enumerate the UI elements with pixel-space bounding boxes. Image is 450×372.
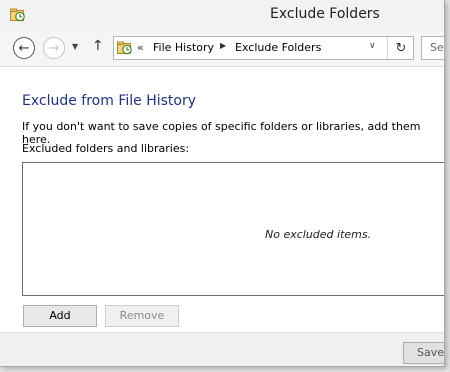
breadcrumb-exclude-folders[interactable]: Exclude Folders: [235, 41, 321, 54]
up-button[interactable]: ↑: [92, 38, 104, 54]
window-title: Exclude Folders: [270, 6, 380, 22]
forward-button[interactable]: →: [43, 37, 65, 59]
recent-locations-button[interactable]: ▼: [72, 42, 78, 51]
back-arrow-icon: ←: [18, 40, 30, 56]
back-button[interactable]: ←: [13, 37, 35, 59]
breadcrumb-file-history[interactable]: File History: [153, 41, 214, 54]
remove-button[interactable]: Remove: [105, 305, 179, 327]
refresh-icon: ↻: [395, 40, 407, 56]
excluded-list-label: Excluded folders and libraries:: [22, 142, 190, 155]
navigation-bar: ← → ▼ ↑ « File History ▶ Exclude Folders…: [0, 30, 444, 66]
page-heading: Exclude from File History: [22, 93, 197, 109]
save-changes-button[interactable]: Save: [403, 342, 444, 364]
excluded-items-list[interactable]: No excluded items.: [22, 162, 444, 296]
file-history-icon: [117, 41, 132, 55]
search-input[interactable]: Se: [421, 36, 444, 60]
title-bar[interactable]: Exclude Folders: [0, 0, 444, 30]
up-arrow-icon: ↑: [92, 38, 104, 54]
address-bar[interactable]: « File History ▶ Exclude Folders ∨ ↻: [113, 36, 414, 60]
chevron-down-icon: ▼: [72, 42, 79, 51]
forward-arrow-icon: →: [48, 40, 60, 56]
empty-list-message: No excluded items.: [265, 228, 372, 241]
address-dropdown-icon[interactable]: ∨: [369, 41, 376, 51]
file-history-icon: [10, 8, 25, 22]
add-button[interactable]: Add: [23, 305, 97, 327]
exclude-folders-window: Exclude Folders ← → ▼ ↑ « File History ▶…: [0, 0, 445, 367]
overflow-chevron-icon[interactable]: «: [137, 41, 144, 54]
footer-bar: Save: [0, 332, 444, 366]
refresh-button[interactable]: ↻: [387, 37, 414, 59]
main-content: Exclude from File History If you don't w…: [0, 66, 444, 333]
breadcrumb-separator-icon[interactable]: ▶: [220, 41, 226, 50]
search-placeholder: Se: [430, 41, 444, 54]
